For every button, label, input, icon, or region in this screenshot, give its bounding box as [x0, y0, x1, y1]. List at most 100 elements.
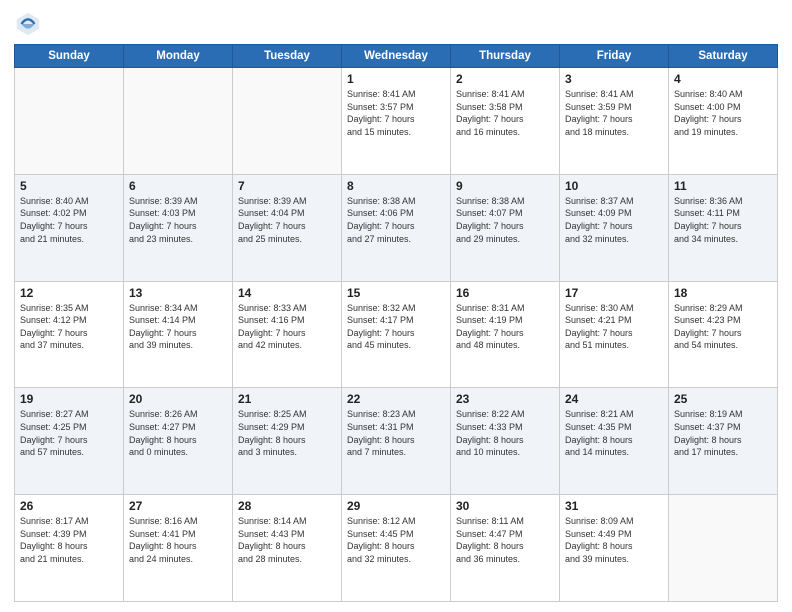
day-info: Sunrise: 8:32 AM Sunset: 4:17 PM Dayligh… [347, 302, 445, 352]
calendar-cell: 6 Sunrise: 8:39 AM Sunset: 4:03 PM Daylig… [124, 174, 233, 281]
day-number: 28 [238, 499, 336, 513]
weekday-header: Thursday [451, 45, 560, 68]
calendar-cell: 14 Sunrise: 8:33 AM Sunset: 4:16 PM Dayli… [233, 281, 342, 388]
day-number: 7 [238, 179, 336, 193]
calendar-cell: 12Sunrise: 8:35 AM Sunset: 4:12 PM Dayli… [15, 281, 124, 388]
calendar-cell: 9Sunrise: 8:38 AM Sunset: 4:07 PM Daylig… [451, 174, 560, 281]
logo [14, 10, 46, 38]
day-info: Sunrise: 8:17 AM Sunset: 4:39 PM Dayligh… [20, 515, 118, 565]
day-info: Sunrise: 8:40 AM Sunset: 4:02 PM Dayligh… [20, 195, 118, 245]
calendar-cell: 5 Sunrise: 8:40 AM Sunset: 4:02 PM Daylig… [15, 174, 124, 281]
calendar-cell: 8 Sunrise: 8:38 AM Sunset: 4:06 PM Daylig… [342, 174, 451, 281]
day-number: 20 [129, 392, 227, 406]
day-number: 18 [674, 286, 772, 300]
calendar-cell [669, 495, 778, 602]
calendar-table: SundayMondayTuesdayWednesdayThursdayFrid… [14, 44, 778, 602]
day-info: Sunrise: 8:41 AM Sunset: 3:59 PM Dayligh… [565, 88, 663, 138]
calendar-cell [15, 68, 124, 175]
day-number: 10 [565, 179, 663, 193]
day-number: 12 [20, 286, 118, 300]
day-number: 27 [129, 499, 227, 513]
page-header [14, 10, 778, 38]
calendar-page: SundayMondayTuesdayWednesdayThursdayFrid… [0, 0, 792, 612]
calendar-week-row: 1 Sunrise: 8:41 AM Sunset: 3:57 PM Daylig… [15, 68, 778, 175]
calendar-cell: 15 Sunrise: 8:32 AM Sunset: 4:17 PM Dayli… [342, 281, 451, 388]
day-number: 14 [238, 286, 336, 300]
calendar-cell: 27 Sunrise: 8:16 AM Sunset: 4:41 PM Dayli… [124, 495, 233, 602]
weekday-header-row: SundayMondayTuesdayWednesdayThursdayFrid… [15, 45, 778, 68]
calendar-cell: 2 Sunrise: 8:41 AM Sunset: 3:58 PM Daylig… [451, 68, 560, 175]
calendar-cell: 4Sunrise: 8:40 AM Sunset: 4:00 PM Daylig… [669, 68, 778, 175]
day-info: Sunrise: 8:16 AM Sunset: 4:41 PM Dayligh… [129, 515, 227, 565]
weekday-header: Tuesday [233, 45, 342, 68]
calendar-cell: 17Sunrise: 8:30 AM Sunset: 4:21 PM Dayli… [560, 281, 669, 388]
calendar-cell: 7Sunrise: 8:39 AM Sunset: 4:04 PM Daylig… [233, 174, 342, 281]
calendar-cell: 10 Sunrise: 8:37 AM Sunset: 4:09 PM Dayli… [560, 174, 669, 281]
day-number: 8 [347, 179, 445, 193]
day-number: 6 [129, 179, 227, 193]
day-info: Sunrise: 8:25 AM Sunset: 4:29 PM Dayligh… [238, 408, 336, 458]
day-number: 9 [456, 179, 554, 193]
day-info: Sunrise: 8:26 AM Sunset: 4:27 PM Dayligh… [129, 408, 227, 458]
day-number: 15 [347, 286, 445, 300]
calendar-cell: 22 Sunrise: 8:23 AM Sunset: 4:31 PM Dayli… [342, 388, 451, 495]
day-number: 21 [238, 392, 336, 406]
weekday-header: Friday [560, 45, 669, 68]
calendar-cell: 25 Sunrise: 8:19 AM Sunset: 4:37 PM Dayli… [669, 388, 778, 495]
day-info: Sunrise: 8:29 AM Sunset: 4:23 PM Dayligh… [674, 302, 772, 352]
day-info: Sunrise: 8:21 AM Sunset: 4:35 PM Dayligh… [565, 408, 663, 458]
day-info: Sunrise: 8:39 AM Sunset: 4:03 PM Dayligh… [129, 195, 227, 245]
day-number: 17 [565, 286, 663, 300]
calendar-cell: 23 Sunrise: 8:22 AM Sunset: 4:33 PM Dayli… [451, 388, 560, 495]
day-number: 26 [20, 499, 118, 513]
calendar-week-row: 26 Sunrise: 8:17 AM Sunset: 4:39 PM Dayli… [15, 495, 778, 602]
calendar-cell: 28Sunrise: 8:14 AM Sunset: 4:43 PM Dayli… [233, 495, 342, 602]
day-info: Sunrise: 8:33 AM Sunset: 4:16 PM Dayligh… [238, 302, 336, 352]
day-number: 30 [456, 499, 554, 513]
day-number: 2 [456, 72, 554, 86]
calendar-cell [124, 68, 233, 175]
day-info: Sunrise: 8:40 AM Sunset: 4:00 PM Dayligh… [674, 88, 772, 138]
day-number: 3 [565, 72, 663, 86]
day-number: 13 [129, 286, 227, 300]
day-info: Sunrise: 8:27 AM Sunset: 4:25 PM Dayligh… [20, 408, 118, 458]
day-number: 25 [674, 392, 772, 406]
calendar-cell: 26 Sunrise: 8:17 AM Sunset: 4:39 PM Dayli… [15, 495, 124, 602]
calendar-cell: 11Sunrise: 8:36 AM Sunset: 4:11 PM Dayli… [669, 174, 778, 281]
day-number: 22 [347, 392, 445, 406]
calendar-cell: 20 Sunrise: 8:26 AM Sunset: 4:27 PM Dayli… [124, 388, 233, 495]
day-info: Sunrise: 8:11 AM Sunset: 4:47 PM Dayligh… [456, 515, 554, 565]
calendar-cell: 24 Sunrise: 8:21 AM Sunset: 4:35 PM Dayli… [560, 388, 669, 495]
day-info: Sunrise: 8:09 AM Sunset: 4:49 PM Dayligh… [565, 515, 663, 565]
calendar-week-row: 5 Sunrise: 8:40 AM Sunset: 4:02 PM Daylig… [15, 174, 778, 281]
weekday-header: Saturday [669, 45, 778, 68]
calendar-cell: 29Sunrise: 8:12 AM Sunset: 4:45 PM Dayli… [342, 495, 451, 602]
day-number: 5 [20, 179, 118, 193]
day-info: Sunrise: 8:31 AM Sunset: 4:19 PM Dayligh… [456, 302, 554, 352]
day-info: Sunrise: 8:22 AM Sunset: 4:33 PM Dayligh… [456, 408, 554, 458]
day-info: Sunrise: 8:41 AM Sunset: 3:58 PM Dayligh… [456, 88, 554, 138]
weekday-header: Sunday [15, 45, 124, 68]
day-info: Sunrise: 8:19 AM Sunset: 4:37 PM Dayligh… [674, 408, 772, 458]
logo-icon [14, 10, 42, 38]
calendar-cell: 30 Sunrise: 8:11 AM Sunset: 4:47 PM Dayli… [451, 495, 560, 602]
day-info: Sunrise: 8:23 AM Sunset: 4:31 PM Dayligh… [347, 408, 445, 458]
day-info: Sunrise: 8:41 AM Sunset: 3:57 PM Dayligh… [347, 88, 445, 138]
day-number: 31 [565, 499, 663, 513]
day-number: 1 [347, 72, 445, 86]
calendar-cell: 1 Sunrise: 8:41 AM Sunset: 3:57 PM Daylig… [342, 68, 451, 175]
day-number: 23 [456, 392, 554, 406]
calendar-cell: 19 Sunrise: 8:27 AM Sunset: 4:25 PM Dayli… [15, 388, 124, 495]
calendar-cell: 18 Sunrise: 8:29 AM Sunset: 4:23 PM Dayli… [669, 281, 778, 388]
calendar-cell: 3 Sunrise: 8:41 AM Sunset: 3:59 PM Daylig… [560, 68, 669, 175]
calendar-cell: 31 Sunrise: 8:09 AM Sunset: 4:49 PM Dayli… [560, 495, 669, 602]
day-number: 24 [565, 392, 663, 406]
day-number: 11 [674, 179, 772, 193]
day-number: 16 [456, 286, 554, 300]
day-number: 29 [347, 499, 445, 513]
calendar-week-row: 19 Sunrise: 8:27 AM Sunset: 4:25 PM Dayli… [15, 388, 778, 495]
day-number: 19 [20, 392, 118, 406]
day-info: Sunrise: 8:38 AM Sunset: 4:06 PM Dayligh… [347, 195, 445, 245]
day-info: Sunrise: 8:34 AM Sunset: 4:14 PM Dayligh… [129, 302, 227, 352]
day-info: Sunrise: 8:37 AM Sunset: 4:09 PM Dayligh… [565, 195, 663, 245]
